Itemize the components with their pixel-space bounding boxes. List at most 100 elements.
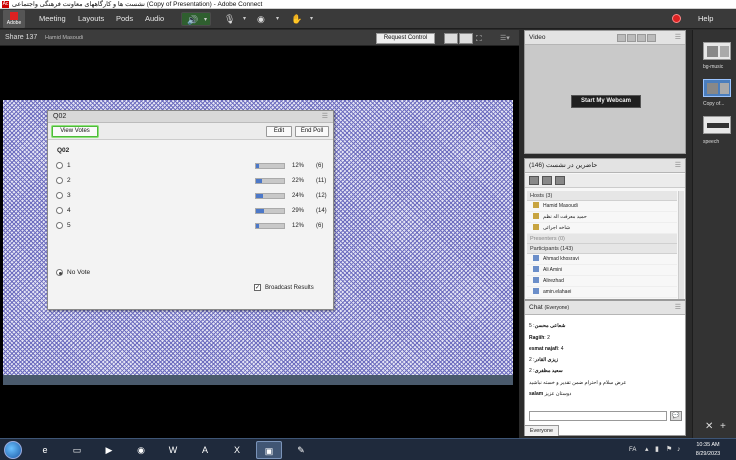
send-message-button[interactable]: 💬	[670, 411, 682, 421]
layout-preview	[707, 46, 718, 57]
poll-option[interactable]: 3 24% (12)	[56, 191, 327, 201]
network-icon[interactable]: ▮	[655, 439, 659, 460]
chat-sender: salam	[529, 391, 544, 397]
checkmark-icon[interactable]: ✓	[254, 284, 261, 291]
radio-button[interactable]	[56, 207, 63, 214]
add-layout-icon[interactable]: +	[720, 422, 726, 432]
fit-width-icon[interactable]	[444, 33, 458, 44]
chat-text: 2	[529, 368, 532, 374]
grid-view-icon[interactable]	[542, 176, 552, 185]
start-webcam-button[interactable]: Start My Webcam	[571, 95, 641, 108]
list-item[interactable]: حمید معرفت اله نظم	[527, 212, 677, 223]
record-icon[interactable]	[672, 14, 681, 23]
list-item[interactable]: Ali Amini	[527, 265, 677, 276]
attendee-name: Hamid Masoudi	[543, 203, 578, 209]
list-item[interactable]: Alirezhad	[527, 276, 677, 287]
close-icon[interactable]: ✕	[705, 422, 713, 432]
chevron-up-icon[interactable]: ▴	[645, 439, 649, 460]
result-bar-fill	[256, 209, 265, 213]
menu-pods[interactable]: Pods	[116, 13, 133, 25]
scrollbar[interactable]	[678, 191, 684, 299]
chat-message: عرض سلام و احترام ضمن تقدیر و خسته نباشی…	[529, 379, 626, 387]
chat-tab-everyone[interactable]: Everyone	[525, 425, 559, 436]
excel-icon[interactable]: X	[224, 441, 250, 459]
settings-icon[interactable]	[637, 34, 646, 42]
radio-button[interactable]	[56, 177, 63, 184]
poll-menu-icon[interactable]: ☰	[322, 111, 328, 123]
status-button[interactable]: ✋ ▾	[286, 12, 316, 26]
sort-icon[interactable]	[555, 176, 565, 185]
poll-option[interactable]: 2 22% (11)	[56, 176, 326, 186]
pod-menu-icon[interactable]: ☰	[675, 31, 681, 45]
pod-menu-icon[interactable]: ☰	[675, 159, 681, 173]
grid-view-icon[interactable]	[617, 34, 626, 42]
result-bar	[255, 163, 285, 169]
list-item[interactable]: Hamid Masoudi	[527, 201, 677, 212]
webcam-button[interactable]: ◉ ▾	[252, 12, 282, 26]
end-poll-button[interactable]: End Poll	[295, 126, 329, 137]
request-control-button[interactable]: Request Control	[376, 33, 435, 44]
chat-pod: Chat (Everyone) ☰ شعاعی محسن: 5 Ragiih: …	[524, 300, 686, 436]
radio-button[interactable]	[56, 192, 63, 199]
presenters-group[interactable]: Presenters (0)	[527, 234, 677, 244]
hosts-group[interactable]: Hosts (3)	[527, 191, 677, 201]
layout-preview	[720, 83, 729, 94]
actual-size-icon[interactable]	[459, 33, 473, 44]
file-explorer-icon[interactable]: ▭	[64, 441, 90, 459]
adobe-connect-icon: Ac	[2, 1, 9, 8]
fullscreen-icon[interactable]	[647, 34, 656, 42]
clock-date: 8/29/2023	[695, 451, 721, 457]
chevron-down-icon: ▾	[309, 16, 313, 22]
internet-explorer-icon[interactable]: e	[32, 441, 58, 459]
menu-help[interactable]: Help	[698, 13, 713, 25]
attendees-pod-header: حاضرین در نشست (146) ☰	[525, 159, 685, 173]
video-pod-header: Video ☰	[525, 31, 685, 45]
list-view-icon[interactable]	[529, 176, 539, 185]
radio-button[interactable]	[56, 162, 63, 169]
layout-thumb-selected[interactable]	[703, 79, 731, 97]
option-percent: 22%	[292, 178, 305, 184]
list-item[interactable]: amin.elahaei	[527, 287, 677, 298]
chat-input[interactable]	[529, 411, 667, 421]
filmstrip-view-icon[interactable]	[627, 34, 636, 42]
result-bar-fill	[256, 179, 263, 183]
start-button[interactable]	[4, 441, 22, 459]
pod-menu-icon[interactable]: ☰▾	[500, 33, 510, 44]
participants-group[interactable]: Participants (143)	[527, 244, 677, 254]
chrome-icon[interactable]: ◉	[128, 441, 154, 459]
list-item[interactable]: شاخه اجرائی	[527, 223, 677, 234]
option-label: 1	[67, 162, 71, 169]
language-indicator[interactable]: FA	[629, 439, 636, 460]
fullscreen-icon[interactable]: ⛶	[476, 33, 482, 44]
speaker-button[interactable]: 🔊 ▾	[181, 12, 211, 26]
acrobat-icon[interactable]: A	[192, 441, 218, 459]
windows-taskbar: e ▭ ▶ ◉ W A X ▣ ✎ FA ▴ ▮ ⚑ ♪ 10:35 AM 8/29/2023	[0, 438, 736, 460]
poll-option[interactable]: 1 12% (6)	[56, 161, 326, 171]
menu-layouts[interactable]: Layouts	[78, 13, 104, 25]
layout-thumb[interactable]	[703, 116, 731, 134]
menu-meeting[interactable]: Meeting	[39, 13, 66, 25]
radio-button-selected[interactable]	[56, 269, 63, 276]
microphone-button[interactable]: 🎙 ▾	[219, 12, 249, 26]
no-vote-option[interactable]: No Vote	[56, 268, 136, 278]
poll-option[interactable]: 4 29% (14)	[56, 206, 327, 216]
poll-option[interactable]: 5 12% (6)	[56, 221, 326, 231]
no-vote-label: No Vote	[67, 269, 91, 276]
word-icon[interactable]: W	[160, 441, 186, 459]
broadcast-results-checkbox[interactable]: ✓ Broadcast Results	[254, 283, 332, 293]
radio-button[interactable]	[56, 222, 63, 229]
volume-icon[interactable]: ♪	[677, 439, 681, 460]
view-votes-button[interactable]: View Votes	[52, 126, 98, 137]
layout-thumb[interactable]	[703, 42, 731, 60]
edit-button[interactable]: Edit	[266, 126, 292, 137]
option-percent: 12%	[292, 163, 305, 169]
attendees-title-text: حاضرین در نشست	[546, 162, 598, 169]
flag-icon[interactable]: ⚑	[666, 439, 672, 460]
paint-icon[interactable]: ✎	[288, 441, 314, 459]
menu-audio[interactable]: Audio	[145, 13, 164, 25]
adobe-connect-icon[interactable]: ▣	[256, 441, 282, 459]
clock[interactable]: 10:35 AM 8/29/2023	[689, 441, 727, 459]
media-player-icon[interactable]: ▶	[96, 441, 122, 459]
pod-menu-icon[interactable]: ☰	[675, 301, 681, 315]
list-item[interactable]: Ahmad khosravi	[527, 254, 677, 265]
